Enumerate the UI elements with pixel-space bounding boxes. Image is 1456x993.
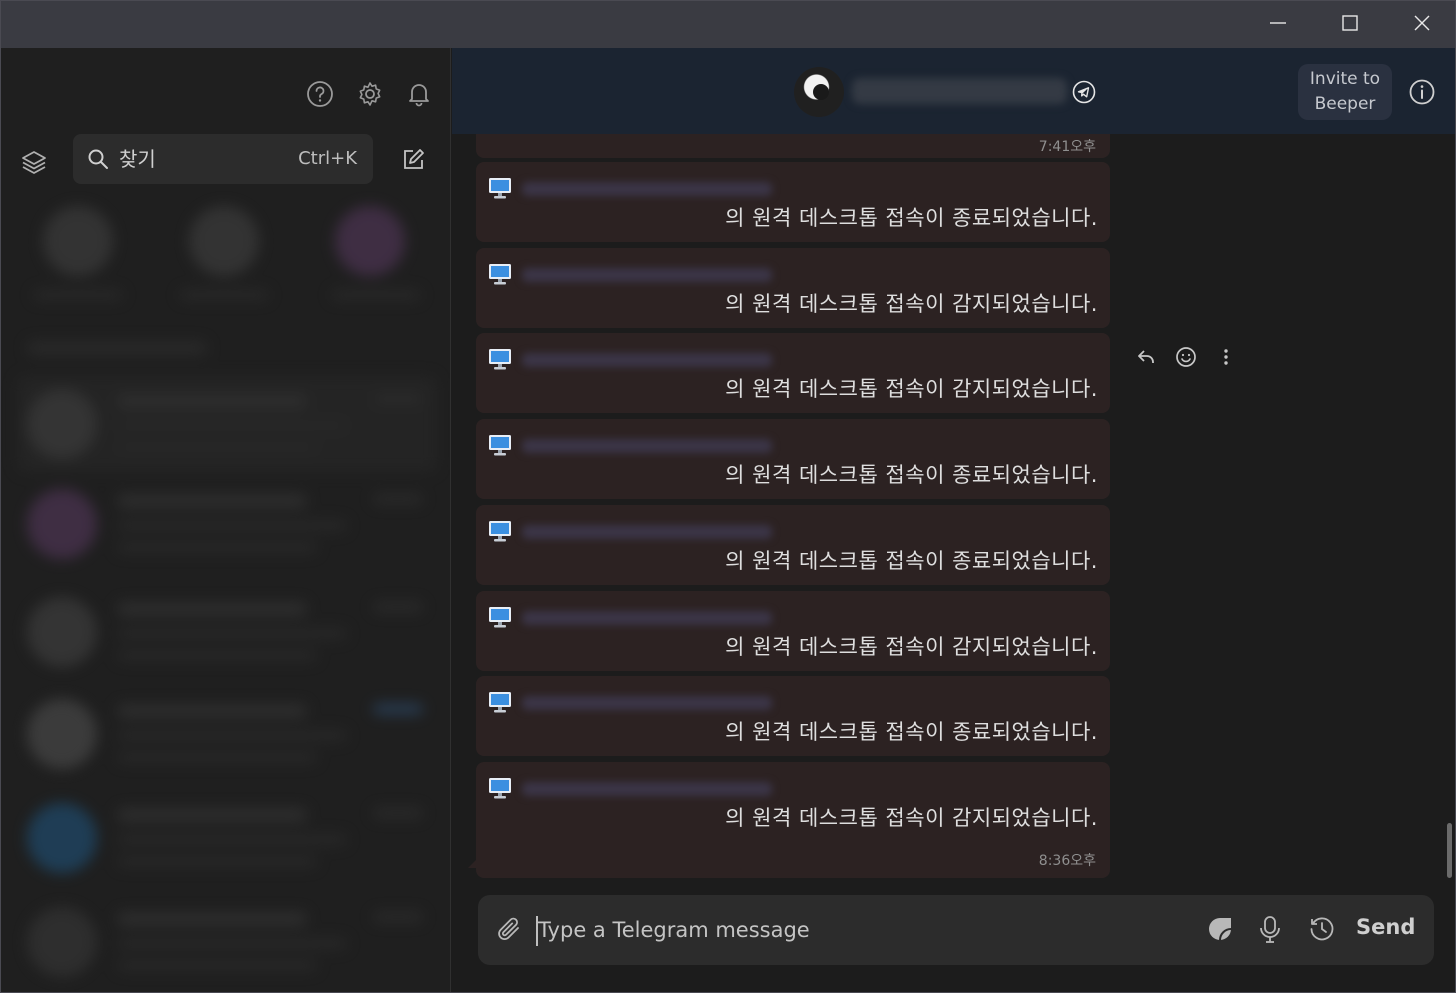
chat-header: Invite to Beeper xyxy=(452,48,1455,134)
desktop-computer-icon xyxy=(489,778,511,799)
chat-name-obscured[interactable] xyxy=(852,78,1067,104)
message-bubble[interactable]: 의 원격 데스크톱 접속이 종료되었습니다. xyxy=(476,162,1110,242)
react-button[interactable] xyxy=(1166,342,1206,372)
layers-icon xyxy=(22,151,46,174)
chat-list-obscured xyxy=(1,198,450,992)
desktop-computer-icon xyxy=(489,435,511,456)
gear-icon xyxy=(359,82,381,106)
bubble-tail xyxy=(468,858,478,868)
help-button[interactable] xyxy=(304,78,336,110)
message-bubble[interactable]: 의 원격 데스크톱 접속이 종료되었습니다. xyxy=(476,505,1110,585)
desktop-computer-icon xyxy=(489,349,511,370)
message-time: 8:36오후 xyxy=(1038,853,1096,869)
chat-avatar[interactable] xyxy=(794,67,844,117)
message-bubble[interactable]: 의 원격 데스크톱 접속이 감지되었습니다. xyxy=(476,591,1110,671)
message-text: 의 원격 데스크톱 접속이 종료되었습니다. xyxy=(725,463,1098,487)
more-options-icon xyxy=(1224,349,1228,365)
message-time: 7:41오후 xyxy=(1038,139,1096,155)
sticker-icon[interactable] xyxy=(1206,915,1234,943)
message-bubble[interactable]: 7:41오후 xyxy=(476,134,1110,158)
emoji-react-icon xyxy=(1176,347,1196,367)
favorite-avatar xyxy=(43,206,113,276)
title-bar[interactable] xyxy=(1,1,1455,48)
sender-name-obscured[interactable] xyxy=(522,696,772,710)
message-bubble[interactable]: 의 원격 데스크톱 접속이 감지되었습니다. xyxy=(476,333,1110,413)
microphone-icon[interactable] xyxy=(1258,915,1282,945)
compose-icon xyxy=(404,149,424,169)
sender-name-obscured[interactable] xyxy=(522,611,772,625)
spaces-button[interactable] xyxy=(18,146,50,178)
chat-list-item[interactable] xyxy=(17,476,437,572)
app-window: Ctrl+K Invite to Beeper xyxy=(0,0,1456,993)
favorite-label xyxy=(331,290,421,300)
notifications-button[interactable] xyxy=(403,78,435,110)
desktop-computer-icon xyxy=(489,178,511,199)
message-bubble[interactable]: 의 원격 데스크톱 접속이 감지되었습니다. 8:36오후 xyxy=(476,762,1110,878)
message-text: 의 원격 데스크톱 접속이 감지되었습니다. xyxy=(725,806,1098,830)
favorite-avatar xyxy=(335,206,405,276)
desktop-computer-icon xyxy=(489,692,511,713)
telegram-icon xyxy=(1072,80,1096,104)
attach-icon[interactable] xyxy=(496,915,524,945)
close-icon xyxy=(1414,15,1430,31)
send-button[interactable]: Send xyxy=(1356,915,1415,939)
sender-name-obscured[interactable] xyxy=(522,268,772,282)
favorite-label xyxy=(179,290,269,300)
info-icon[interactable] xyxy=(1408,78,1436,106)
sender-name-obscured[interactable] xyxy=(522,439,772,453)
message-bubble[interactable]: 의 원격 데스크톱 접속이 종료되었습니다. xyxy=(476,676,1110,756)
search-shortcut: Ctrl+K xyxy=(298,148,357,169)
minimize-icon xyxy=(1270,22,1286,24)
search-icon xyxy=(88,149,108,169)
maximize-icon xyxy=(1342,15,1358,31)
chat-list-item[interactable] xyxy=(17,584,437,680)
message-text: 의 원격 데스크톱 접속이 감지되었습니다. xyxy=(725,377,1098,401)
message-hover-actions xyxy=(1126,342,1246,372)
chat-list-item[interactable] xyxy=(17,686,437,782)
favorite-avatar xyxy=(189,206,259,276)
message-composer[interactable]: Send xyxy=(478,895,1434,965)
settings-button[interactable] xyxy=(354,78,386,110)
scrollbar[interactable] xyxy=(1447,823,1452,878)
invite-to-beeper-button[interactable]: Invite to Beeper xyxy=(1298,64,1392,120)
minimize-button[interactable] xyxy=(1242,1,1314,45)
favorite-label xyxy=(33,290,123,300)
sender-name-obscured[interactable] xyxy=(522,182,772,196)
sidebar: Ctrl+K xyxy=(1,48,451,992)
message-text: 의 원격 데스크톱 접속이 감지되었습니다. xyxy=(725,635,1098,659)
schedule-icon[interactable] xyxy=(1308,915,1336,943)
message-text: 의 원격 데스크톱 접속이 감지되었습니다. xyxy=(725,292,1098,316)
chat-list-item[interactable] xyxy=(17,376,437,472)
chat-pane: Invite to Beeper 7:41오후 의 원격 데스크톱 접속이 종료… xyxy=(452,48,1455,992)
message-text: 의 원격 데스크톱 접속이 종료되었습니다. xyxy=(725,206,1098,230)
chat-list-item[interactable] xyxy=(17,790,437,886)
sender-name-obscured[interactable] xyxy=(522,525,772,539)
help-icon xyxy=(307,81,333,107)
desktop-computer-icon xyxy=(489,264,511,285)
desktop-computer-icon xyxy=(489,521,511,542)
maximize-button[interactable] xyxy=(1314,1,1386,45)
section-label xyxy=(27,341,207,355)
message-text: 의 원격 데스크톱 접속이 종료되었습니다. xyxy=(725,549,1098,573)
search-input[interactable] xyxy=(119,142,289,176)
desktop-computer-icon xyxy=(489,607,511,628)
close-button[interactable] xyxy=(1386,1,1455,45)
more-options-button[interactable] xyxy=(1206,342,1246,372)
message-input[interactable] xyxy=(538,911,1178,949)
search-box[interactable]: Ctrl+K xyxy=(73,134,373,184)
message-text: 의 원격 데스크톱 접속이 종료되었습니다. xyxy=(725,720,1098,744)
reply-button[interactable] xyxy=(1126,342,1166,372)
sender-name-obscured[interactable] xyxy=(522,782,772,796)
message-timeline: 7:41오후 의 원격 데스크톱 접속이 종료되었습니다. 의 원격 데스크톱 접… xyxy=(452,134,1455,880)
message-bubble[interactable]: 의 원격 데스크톱 접속이 종료되었습니다. xyxy=(476,419,1110,499)
sender-name-obscured[interactable] xyxy=(522,353,772,367)
new-chat-button[interactable] xyxy=(397,144,429,176)
chat-list-item[interactable] xyxy=(17,894,437,990)
reply-icon xyxy=(1138,350,1154,363)
bell-icon xyxy=(409,84,429,107)
message-bubble[interactable]: 의 원격 데스크톱 접속이 감지되었습니다. xyxy=(476,248,1110,328)
